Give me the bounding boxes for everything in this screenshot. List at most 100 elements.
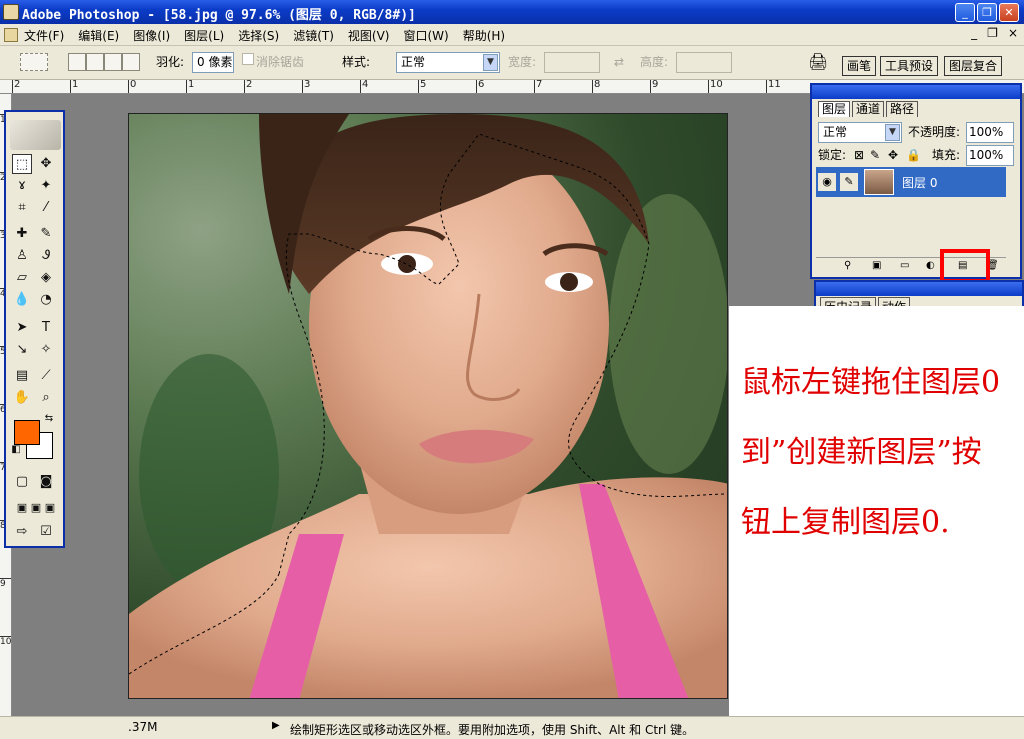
menu-view[interactable]: 视图(V) [348, 27, 390, 44]
hand-tool-icon[interactable]: ✋ [12, 388, 32, 408]
menu-select[interactable]: 选择(S) [238, 27, 279, 44]
new-selection-icon[interactable] [68, 53, 86, 71]
palette-well-icon[interactable]: 🖨 [808, 52, 828, 74]
jump-to-imageready-icon[interactable]: ⇨ [12, 522, 32, 542]
edit-in-imageready-icon[interactable]: ☑ [36, 522, 56, 542]
type-tool-icon[interactable]: T [36, 318, 56, 338]
lock-transparency-icon[interactable]: ⊠ [854, 145, 864, 167]
paint-bucket-tool-icon[interactable]: ◈ [36, 268, 56, 288]
add-selection-icon[interactable] [86, 53, 104, 71]
ruler-tick: 6 [476, 80, 484, 93]
ruler-tick: 2 [244, 80, 252, 93]
palette-tab-brushes[interactable]: 画笔 [842, 56, 877, 76]
screen-mode-full-icon[interactable]: ▣ [40, 498, 60, 518]
history-brush-tool-icon[interactable]: Ꮽ [36, 246, 56, 266]
menu-window[interactable]: 窗口(W) [403, 27, 448, 44]
layers-palette: 图层 通道 路径 正常 ▼ 不透明度: 100% 锁定: ⊠ ✎ ✥ 🔒 填充:… [810, 83, 1022, 279]
palette-tab-layer-comps[interactable]: 图层复合 [944, 56, 1003, 76]
tab-layers[interactable]: 图层 [818, 101, 851, 117]
pen-tool-icon[interactable]: ↘ [12, 340, 32, 360]
document-icon[interactable] [4, 28, 18, 42]
clone-stamp-tool-icon[interactable]: ♙ [12, 246, 32, 266]
zoom-tool-icon[interactable]: ⌕ [36, 388, 56, 408]
maximize-button[interactable]: ❐ [977, 3, 997, 22]
antialias-label: 消除锯齿 [256, 55, 305, 69]
default-colors-icon[interactable]: ◧ [10, 444, 22, 456]
document-info: .37M [128, 720, 158, 734]
healing-brush-tool-icon[interactable]: ✚ [12, 224, 32, 244]
blend-mode-value: 正常 [823, 125, 848, 139]
crop-tool-icon[interactable]: ⌗ [12, 198, 32, 218]
eye-icon[interactable]: ◉ [818, 173, 836, 191]
layer-row[interactable]: ◉ ✎ 图层 0 [816, 167, 1006, 197]
doc-close-button[interactable]: × [1008, 26, 1018, 40]
lock-position-icon[interactable]: ✥ [888, 145, 898, 167]
chevron-down-icon: ▼ [483, 54, 498, 71]
intersect-selection-icon[interactable] [122, 53, 140, 71]
notes-tool-icon[interactable]: ▤ [12, 366, 32, 386]
eyedropper-tool-icon[interactable]: ⟋ [36, 366, 56, 386]
swap-icon[interactable]: ⇄ [614, 52, 624, 74]
slice-tool-icon[interactable]: ⁄ [36, 198, 56, 218]
history-palette-titlebar[interactable] [816, 282, 1022, 296]
opacity-input[interactable]: 100% [966, 122, 1014, 143]
tab-channels[interactable]: 通道 [852, 101, 885, 117]
lock-image-icon[interactable]: ✎ [870, 145, 880, 167]
menu-layer[interactable]: 图层(L) [184, 27, 224, 44]
ruler-tick: 10 [708, 80, 723, 93]
doc-restore-button[interactable]: ❐ [987, 26, 998, 40]
toolbox: ⬚ ✥ ɤ ✦ ⌗ ⁄ ✚ ✎ ♙ Ꮽ ▱ ◈ 💧 ◔ ➤ T ↘ ✧ ▤ ⟋ … [4, 110, 65, 548]
menu-help[interactable]: 帮助(H) [463, 27, 505, 44]
close-button[interactable]: ✕ [999, 3, 1019, 22]
adjustment-layer-icon[interactable]: ◐ [926, 256, 935, 278]
blend-mode-select[interactable]: 正常 ▼ [818, 122, 902, 143]
subtract-selection-icon[interactable] [104, 53, 122, 71]
image-canvas[interactable] [128, 113, 728, 699]
tab-paths[interactable]: 路径 [886, 101, 919, 117]
layers-palette-titlebar[interactable] [812, 85, 1020, 99]
new-set-icon[interactable]: ▭ [900, 256, 909, 278]
photoshop-feather-icon[interactable] [10, 120, 61, 150]
status-arrow-icon[interactable]: ▶ [272, 720, 280, 731]
menu-file[interactable]: 文件(F) [24, 27, 64, 44]
width-input[interactable] [544, 52, 600, 73]
minimize-button[interactable]: _ [955, 3, 975, 22]
fill-label: 填充: [932, 148, 961, 162]
menu-image[interactable]: 图像(I) [133, 27, 170, 44]
custom-shape-tool-icon[interactable]: ✧ [36, 340, 56, 360]
window-title: Adobe Photoshop - [58.jpg @ 97.6% (图层 0,… [22, 8, 416, 23]
eraser-tool-icon[interactable]: ▱ [12, 268, 32, 288]
standard-mode-icon[interactable]: ▢ [12, 472, 32, 492]
palette-tab-tool-presets[interactable]: 工具预设 [880, 56, 939, 76]
feather-input[interactable]: 0 像素 [192, 52, 234, 73]
ruler-tick: 11 [766, 80, 781, 93]
lock-all-icon[interactable]: 🔒 [906, 145, 921, 167]
swap-colors-icon[interactable]: ⇆ [42, 412, 56, 426]
style-select[interactable]: 正常 ▼ [396, 52, 500, 73]
ruler-tick: 10 [0, 636, 12, 647]
menu-filter[interactable]: 滤镜(T) [293, 27, 334, 44]
height-input[interactable] [676, 52, 732, 73]
foreground-color-swatch[interactable] [14, 420, 40, 445]
brush-tool-icon[interactable]: ✎ [36, 224, 56, 244]
magic-wand-tool-icon[interactable]: ✦ [36, 176, 56, 196]
menu-edit[interactable]: 编辑(E) [78, 27, 119, 44]
lasso-tool-icon[interactable]: ɤ [12, 176, 32, 196]
blur-tool-icon[interactable]: 💧 [12, 290, 32, 310]
doc-minimize-button[interactable]: _ [971, 26, 977, 40]
opacity-label: 不透明度: [908, 125, 961, 139]
add-mask-icon[interactable]: ▣ [872, 256, 881, 278]
path-selection-tool-icon[interactable]: ➤ [12, 318, 32, 338]
antialias-checkbox[interactable] [242, 53, 254, 65]
chevron-down-icon: ▼ [885, 124, 900, 141]
quick-mask-mode-icon[interactable]: ◙ [36, 472, 56, 492]
link-layers-icon[interactable]: ⚲ [844, 256, 851, 278]
dodge-tool-icon[interactable]: ◔ [36, 290, 56, 310]
brush-icon[interactable]: ✎ [840, 173, 858, 191]
title-bar: Adobe Photoshop - [58.jpg @ 97.6% (图层 0,… [0, 0, 1024, 24]
move-tool-icon[interactable]: ✥ [36, 154, 56, 174]
width-label: 宽度: [508, 55, 537, 69]
marquee-preset-icon[interactable] [20, 53, 48, 71]
fill-input[interactable]: 100% [966, 145, 1014, 166]
rectangular-marquee-tool-icon[interactable]: ⬚ [12, 154, 32, 174]
